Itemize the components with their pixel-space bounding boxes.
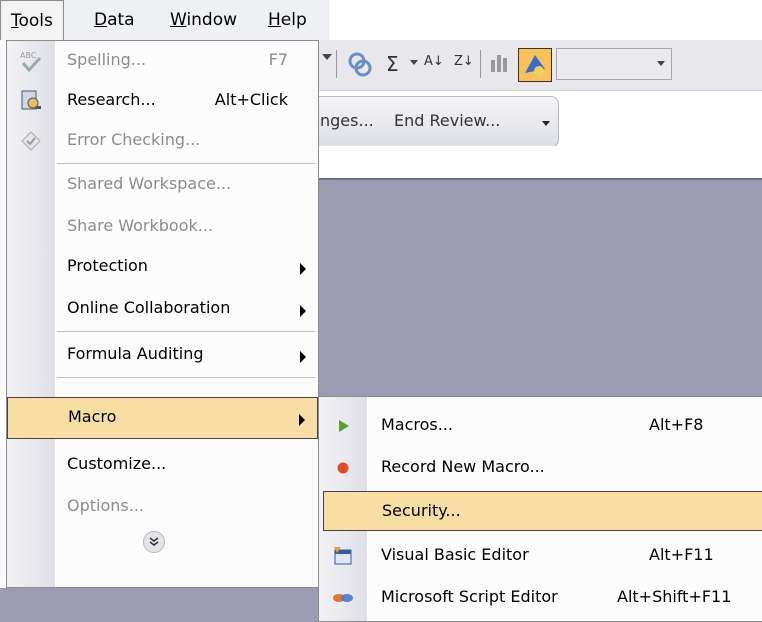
- expand-menu-button[interactable]: [143, 531, 165, 553]
- toolbar-separator: [480, 50, 481, 78]
- menu-item-formula-auditing[interactable]: Formula Auditing: [7, 335, 318, 375]
- menu-separator: [57, 377, 315, 378]
- menu-item-share-workbook[interactable]: Share Workbook...: [7, 207, 318, 247]
- menu-item-spelling[interactable]: ABC Spelling... F7: [7, 41, 318, 81]
- menu-item-macros[interactable]: Macros... Alt+F8: [319, 405, 761, 447]
- research-icon: [21, 90, 41, 110]
- submenu-arrow-icon: [300, 305, 306, 317]
- end-review-button[interactable]: End Review...: [394, 111, 500, 130]
- accept-changes-button[interactable]: nges...: [320, 111, 374, 130]
- hyperlink-icon[interactable]: [346, 50, 374, 78]
- standard-toolbar: Σ A↓ Z↓: [318, 40, 762, 91]
- menu-item-shared-workspace[interactable]: Shared Workspace...: [7, 165, 318, 205]
- menu-separator: [57, 163, 315, 164]
- zoom-dropdown-icon[interactable]: [657, 61, 665, 66]
- macro-submenu: Macros... Alt+F8 Record New Macro... Sec…: [318, 396, 762, 622]
- reviewing-toolbar: nges... End Review...: [318, 96, 559, 148]
- menu-item-options[interactable]: Options...: [7, 487, 318, 527]
- menu-item-online-collaboration[interactable]: Online Collaboration: [7, 289, 318, 329]
- play-icon: [339, 420, 349, 432]
- workbook-area-left: [0, 588, 330, 622]
- menu-window[interactable]: Window: [160, 0, 247, 40]
- spelling-icon: ABC: [20, 51, 42, 73]
- menu-item-microsoft-script-editor[interactable]: Microsoft Script Editor Alt+Shift+F11: [319, 577, 761, 619]
- dropdown-arrow-icon[interactable]: [322, 54, 332, 60]
- drawing-toggle-button[interactable]: [518, 48, 552, 82]
- script-editor-icon: [333, 594, 353, 602]
- record-icon: [337, 462, 349, 474]
- zoom-combo-box[interactable]: [556, 48, 672, 80]
- menu-item-protection[interactable]: Protection: [7, 247, 318, 287]
- autosum-dropdown-icon[interactable]: [410, 60, 418, 65]
- visual-basic-editor-icon: [334, 547, 352, 565]
- tools-menu: ABC Spelling... F7 Research... Alt+Click…: [6, 40, 319, 588]
- autosum-icon[interactable]: Σ: [386, 52, 399, 76]
- submenu-arrow-icon: [300, 263, 306, 275]
- menu-bar: Tools Data Window Help: [0, 0, 330, 40]
- menu-tools[interactable]: Tools: [0, 0, 64, 40]
- menu-item-record-new-macro[interactable]: Record New Macro...: [319, 447, 761, 489]
- menu-item-research[interactable]: Research... Alt+Click: [7, 81, 318, 121]
- menu-item-security[interactable]: Security...: [323, 491, 762, 531]
- menu-item-macro[interactable]: Macro: [7, 397, 318, 439]
- toolbar-options-icon[interactable]: [542, 121, 550, 126]
- submenu-arrow-icon: [300, 351, 306, 363]
- menu-separator: [57, 331, 315, 332]
- submenu-arrow-icon: [299, 414, 305, 426]
- svg-text:ABC: ABC: [20, 51, 37, 60]
- chevron-double-down-icon: [149, 537, 159, 546]
- chart-wizard-icon[interactable]: [488, 50, 514, 76]
- menu-item-visual-basic-editor[interactable]: Visual Basic Editor Alt+F11: [319, 535, 761, 577]
- menu-item-customize[interactable]: Customize...: [7, 445, 318, 485]
- drawing-icon: [525, 55, 545, 76]
- toolbar-separator: [336, 50, 337, 78]
- menu-help[interactable]: Help: [258, 0, 317, 40]
- error-checking-icon: [21, 131, 41, 151]
- sort-descending-icon[interactable]: Z↓: [454, 54, 474, 69]
- formula-bar: [318, 146, 762, 180]
- menu-item-error-checking[interactable]: Error Checking...: [7, 121, 318, 161]
- sort-ascending-icon[interactable]: A↓: [424, 54, 444, 69]
- menu-data[interactable]: Data: [84, 0, 145, 40]
